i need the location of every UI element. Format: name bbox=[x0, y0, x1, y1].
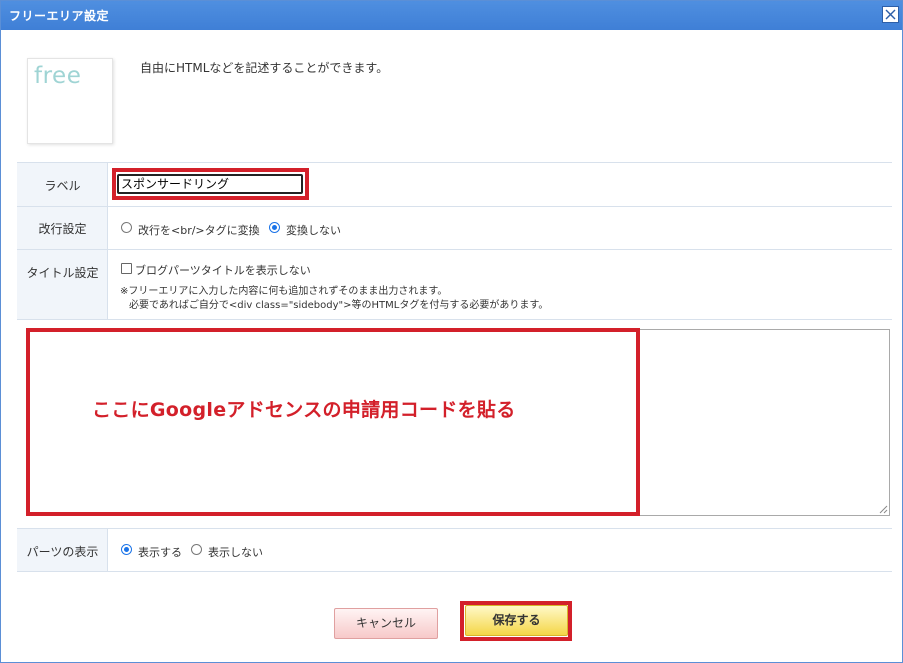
radio-show-label[interactable]: 表示する bbox=[138, 544, 182, 560]
label-input-value: スポンサードリング bbox=[121, 177, 230, 191]
dialog-titlebar[interactable]: フリーエリア設定 bbox=[1, 1, 902, 30]
hide-title-checkbox-label[interactable]: ブログパーツタイトルを表示しない bbox=[135, 262, 311, 278]
close-icon bbox=[885, 9, 896, 20]
resize-grip-icon[interactable] bbox=[879, 505, 888, 514]
close-button[interactable] bbox=[882, 6, 899, 23]
row-divider bbox=[17, 571, 892, 572]
parts-display-label: パーツの表示 bbox=[26, 545, 99, 559]
hide-title-checkbox[interactable] bbox=[121, 263, 132, 274]
save-button[interactable]: 保存する bbox=[465, 605, 568, 636]
row-divider bbox=[17, 528, 892, 529]
title-setting-label: タイトル設定 bbox=[26, 266, 99, 280]
radio-convert-br-label[interactable]: 改行を<br/>タグに変換 bbox=[138, 222, 260, 238]
note-line-2: 必要であればご自分で<div class="sidebody">等のHTMLタグ… bbox=[129, 300, 549, 311]
free-logo: free bbox=[34, 63, 82, 89]
cancel-button[interactable]: キャンセル bbox=[334, 608, 438, 639]
row-divider bbox=[17, 319, 892, 320]
label-input[interactable]: スポンサードリング bbox=[117, 174, 303, 194]
radio-no-convert-label[interactable]: 変換しない bbox=[286, 222, 341, 238]
row-divider bbox=[17, 162, 892, 163]
free-area-settings-dialog: フリーエリア設定 free 自由にHTMLなどを記述することができます。 ラベル… bbox=[0, 0, 903, 663]
radio-hide-label[interactable]: 表示しない bbox=[208, 544, 263, 560]
radio-convert-br[interactable] bbox=[121, 222, 132, 233]
dialog-title: フリーエリア設定 bbox=[9, 9, 110, 23]
field-label-label: ラベル bbox=[44, 179, 81, 193]
radio-no-convert[interactable] bbox=[269, 222, 280, 233]
highlight-content-area bbox=[26, 328, 640, 516]
row-divider bbox=[17, 249, 892, 250]
row-divider bbox=[17, 206, 892, 207]
note-line-1: ※フリーエリアに入力した内容に何も追加されずそのまま出力されます。 bbox=[120, 286, 448, 297]
label-cell bbox=[17, 250, 108, 319]
radio-show[interactable] bbox=[121, 544, 132, 555]
radio-hide[interactable] bbox=[191, 544, 202, 555]
line-break-label: 改行設定 bbox=[38, 222, 87, 236]
description-text: 自由にHTMLなどを記述することができます。 bbox=[140, 61, 389, 75]
annotation-text: ここにGoogleアドセンスの申請用コードを貼る bbox=[92, 399, 516, 421]
